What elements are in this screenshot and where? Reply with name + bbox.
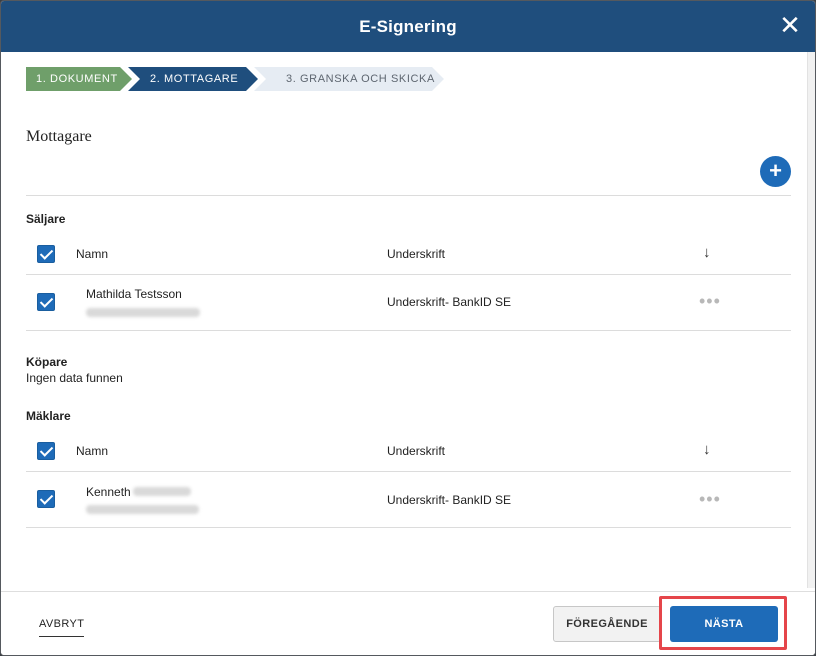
redacted-surname — [133, 487, 191, 496]
close-icon[interactable]: ✕ — [777, 12, 803, 38]
divider — [26, 195, 791, 196]
column-signature-header: Underskrift — [387, 444, 446, 458]
plus-icon: + — [769, 158, 782, 183]
select-all-seller-checkbox[interactable] — [37, 245, 55, 263]
broker-row-checkbox[interactable] — [37, 490, 55, 508]
buyer-empty-text: Ingen data funnen — [26, 371, 123, 385]
select-all-broker-checkbox[interactable] — [37, 442, 55, 460]
broker-signature-method: Underskrift- BankID SE — [387, 493, 512, 507]
redacted-email — [86, 308, 200, 317]
step-granska-och-skicka[interactable]: 3. GRANSKA OCH SKICKA — [254, 67, 444, 91]
e-sign-dialog: E-Signering ✕ 1. DOKUMENT 2. MOTTAGARE 3… — [0, 0, 816, 656]
seller-name: Mathilda Testsson — [86, 287, 182, 301]
column-name-header: Namn — [76, 247, 109, 261]
column-name-header: Namn — [76, 444, 109, 458]
group-label-broker: Mäklare — [26, 409, 71, 423]
dialog-footer: AVBRYT FÖREGÅENDE NÄSTA — [1, 591, 815, 655]
group-label-seller: Säljare — [26, 212, 66, 226]
seller-row-checkbox[interactable] — [37, 293, 55, 311]
divider — [26, 274, 791, 275]
seller-signature-method: Underskrift- BankID SE — [387, 295, 512, 309]
step-mottagare[interactable]: 2. MOTTAGARE — [128, 67, 258, 91]
row-menu-icon[interactable]: ••• — [699, 291, 721, 312]
sort-down-icon[interactable]: ↓ — [703, 244, 711, 261]
divider — [26, 330, 791, 331]
redacted-email — [86, 505, 199, 514]
column-signature-header: Underskrift — [387, 247, 446, 261]
broker-name: Kenneth — [86, 485, 131, 499]
sort-down-icon[interactable]: ↓ — [703, 441, 711, 458]
next-button[interactable]: NÄSTA — [670, 606, 778, 642]
cancel-button[interactable]: AVBRYT — [39, 618, 85, 637]
dialog-title: E-Signering — [359, 16, 457, 36]
add-recipient-button[interactable]: + — [760, 156, 791, 187]
section-title: Mottagare — [26, 128, 92, 145]
dialog-header: E-Signering ✕ — [1, 1, 815, 52]
divider — [26, 527, 791, 528]
stepper: 1. DOKUMENT 2. MOTTAGARE 3. GRANSKA OCH … — [26, 67, 444, 91]
group-label-buyer: Köpare — [26, 355, 68, 369]
scrollbar[interactable] — [807, 52, 815, 588]
previous-button[interactable]: FÖREGÅENDE — [553, 606, 661, 642]
step-dokument[interactable]: 1. DOKUMENT — [26, 67, 132, 91]
row-menu-icon[interactable]: ••• — [699, 489, 721, 510]
divider — [26, 471, 791, 472]
